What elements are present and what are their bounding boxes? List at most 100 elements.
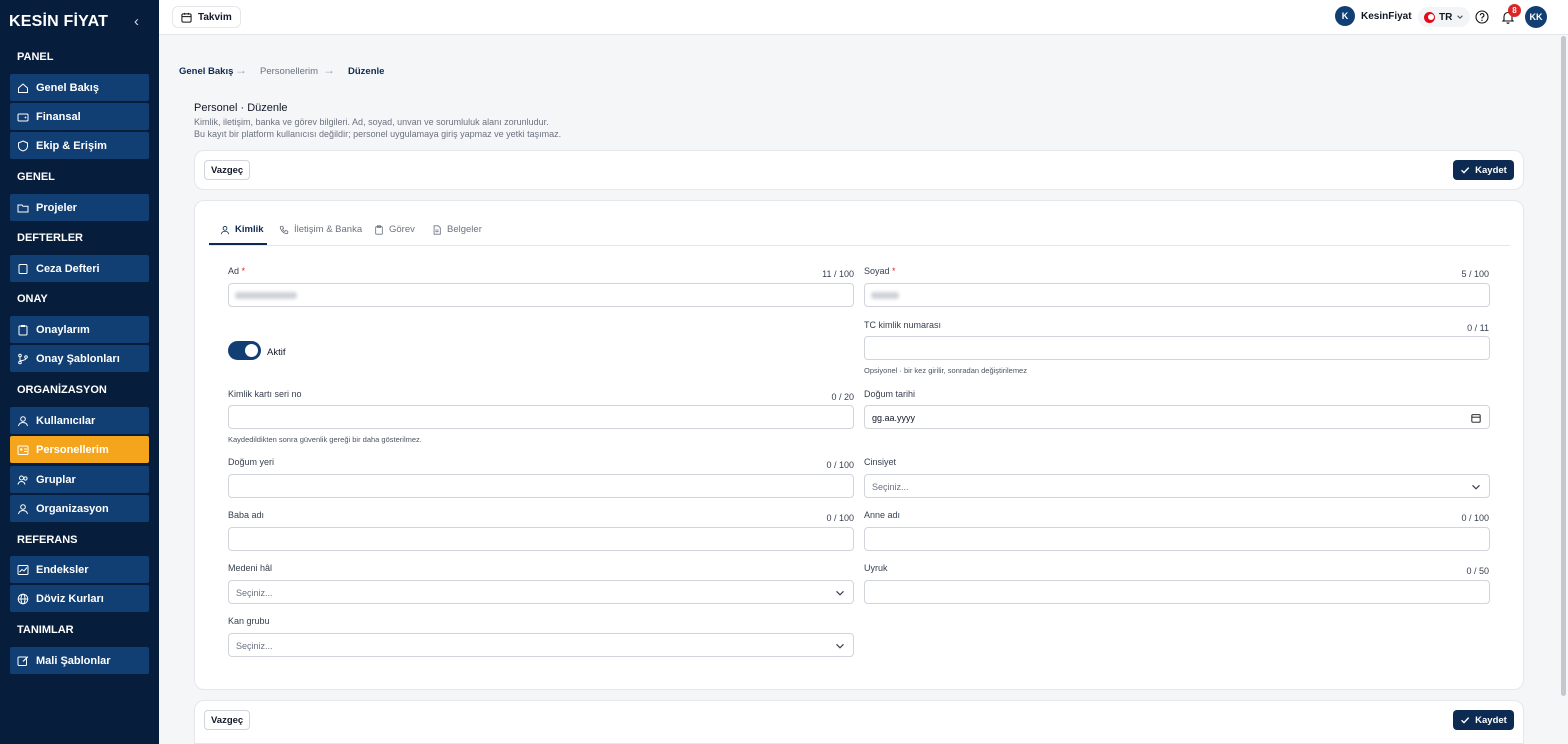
tab-belgeler[interactable]: Belgeler [432, 224, 482, 235]
sidebar-item-projeler[interactable]: Projeler [10, 194, 149, 221]
form-card [194, 200, 1524, 690]
medeni-hal-select[interactable]: Seçiniz... [228, 580, 854, 604]
chevron-down-icon [836, 643, 844, 649]
tab-label: İletişim & Banka [294, 224, 363, 235]
sidebar-item-label: Organizasyon [36, 502, 109, 515]
shield-user-icon [18, 139, 28, 152]
sidebar-item-label: Projeler [36, 201, 77, 214]
tc-label: TC kimlik numarası [864, 320, 942, 330]
tab-label: Belgeler [447, 224, 482, 235]
dogum-tarihi-input[interactable]: gg.aa.yyyy [864, 405, 1490, 429]
tab-iletisim-banka[interactable]: İletişim & Banka [279, 224, 362, 235]
sidebar-item-organizasyon[interactable]: Organizasyon [10, 495, 149, 522]
seri-input[interactable] [228, 405, 854, 429]
required-marker: * [892, 266, 896, 276]
id-card-icon [17, 445, 29, 455]
page-description-note: Bu kayıt bir platform kullanıcısı değild… [194, 129, 562, 139]
sidebar-item-label: Döviz Kurları [36, 592, 104, 605]
seri-hint: Kaydedildikten sonra güvenlik gereği bir… [228, 435, 422, 444]
sidebar-item-label: Ceza Defteri [36, 262, 100, 275]
section-onay: ONAY [17, 293, 48, 305]
user-avatar[interactable]: KK [1525, 6, 1547, 28]
baba-adi-counter: 0 / 100 [826, 513, 854, 523]
tc-input[interactable] [864, 336, 1490, 360]
language-selector[interactable]: TR [1418, 7, 1471, 27]
sidebar-item-endeksler[interactable]: Endeksler [10, 556, 149, 583]
tab-gorev[interactable]: Görev [374, 224, 415, 235]
select-placeholder: Seçiniz... [236, 588, 273, 598]
save-button[interactable]: Kaydet [1453, 160, 1514, 180]
breadcrumb-personellerim[interactable]: Personellerim [260, 66, 318, 77]
anne-adi-input[interactable] [864, 527, 1490, 551]
language-code: TR [1439, 11, 1453, 23]
home-icon [18, 82, 28, 93]
sidebar-item-finansal[interactable]: Finansal [10, 103, 149, 130]
sidebar-item-mali-sablonlar[interactable]: Mali Şablonlar [10, 647, 149, 674]
tab-divider [209, 245, 1510, 246]
sidebar-item-doviz-kurlari[interactable]: Döviz Kurları [10, 585, 149, 612]
section-organizasyon: ORGANİZASYON [17, 384, 107, 396]
sidebar-item-label: Finansal [36, 110, 81, 123]
tc-counter: 0 / 11 [1467, 323, 1489, 333]
page-scrollbar[interactable] [1561, 36, 1566, 696]
soyad-input[interactable] [864, 283, 1490, 307]
account-name: KesinFiyat [1361, 10, 1412, 22]
page-title: Personel · Düzenle [194, 102, 288, 114]
uyruk-input[interactable] [864, 580, 1490, 604]
sidebar-item-genel-bakis[interactable]: Genel Bakış [10, 74, 149, 101]
ad-label: Ad * [228, 266, 245, 276]
tab-kimlik[interactable]: Kimlik [220, 224, 264, 235]
save-button-bottom[interactable]: Kaydet [1453, 710, 1514, 730]
ad-counter: 11 / 100 [822, 269, 854, 279]
select-placeholder: Seçiniz... [236, 641, 273, 651]
uyruk-label: Uyruk [864, 563, 888, 573]
sidebar-item-label: Onay Şablonları [36, 352, 120, 365]
sidebar-item-onay-sablonlari[interactable]: Onay Şablonları [10, 345, 149, 372]
sidebar: KESİN FİYAT ‹ PANEL Genel Bakış Finansal… [0, 0, 159, 744]
wallet-icon [17, 113, 29, 121]
redacted-value [235, 292, 297, 299]
sidebar-item-onaylarim[interactable]: Onaylarım [10, 316, 149, 343]
kan-grubu-select[interactable]: Seçiniz... [228, 633, 854, 657]
tab-label: Görev [389, 224, 415, 235]
account-switcher[interactable]: K KesinFiyat [1335, 6, 1412, 26]
sidebar-item-ekip-erisim[interactable]: Ekip & Erişim [10, 132, 149, 159]
sidebar-item-label: Genel Bakış [36, 81, 99, 94]
soyad-label-text: Soyad [864, 266, 890, 276]
collapse-sidebar-icon[interactable]: ‹ [134, 13, 139, 30]
help-icon[interactable] [1475, 10, 1489, 24]
sidebar-item-kullanicilar[interactable]: Kullanıcılar [10, 407, 149, 434]
sidebar-item-ceza-defteri[interactable]: Ceza Defteri [10, 255, 149, 282]
sidebar-item-label: Ekip & Erişim [36, 139, 107, 152]
cancel-button-bottom[interactable]: Vazgeç [204, 710, 251, 730]
calendar-button[interactable]: Takvim [172, 6, 241, 28]
cinsiyet-label: Cinsiyet [864, 457, 897, 467]
active-tab-indicator [209, 243, 267, 245]
breadcrumb-genel-bakis[interactable]: Genel Bakış [179, 66, 233, 77]
section-genel: GENEL [17, 171, 55, 183]
dogum-yeri-input[interactable] [228, 474, 854, 498]
baba-adi-input[interactable] [228, 527, 854, 551]
anne-adi-label: Anne adı [864, 510, 901, 520]
sidebar-item-label: Endeksler [36, 563, 89, 576]
sidebar-item-gruplar[interactable]: Gruplar [10, 466, 149, 493]
calendar-label: Takvim [198, 11, 232, 23]
chevron-down-icon [836, 590, 844, 596]
check-icon [1461, 717, 1470, 724]
cinsiyet-select[interactable]: Seçiniz... [864, 474, 1490, 498]
calendar-icon[interactable] [1471, 413, 1481, 423]
ad-input[interactable] [228, 283, 854, 307]
turkey-flag-icon [1424, 11, 1435, 23]
save-label: Kaydet [1475, 164, 1507, 176]
section-panel: PANEL [17, 51, 54, 63]
globe-icon [17, 593, 29, 604]
redacted-value [871, 292, 899, 299]
calendar-icon [181, 12, 192, 23]
sidebar-item-personellerim[interactable]: Personellerim [10, 436, 149, 463]
section-referans: REFERANS [17, 534, 78, 546]
cancel-button[interactable]: Vazgeç [204, 160, 251, 180]
arrow-right-icon: → [323, 63, 335, 77]
sidebar-item-label: Personellerim [36, 443, 109, 456]
aktif-toggle[interactable] [228, 341, 261, 360]
section-defterler: DEFTERLER [17, 232, 83, 244]
